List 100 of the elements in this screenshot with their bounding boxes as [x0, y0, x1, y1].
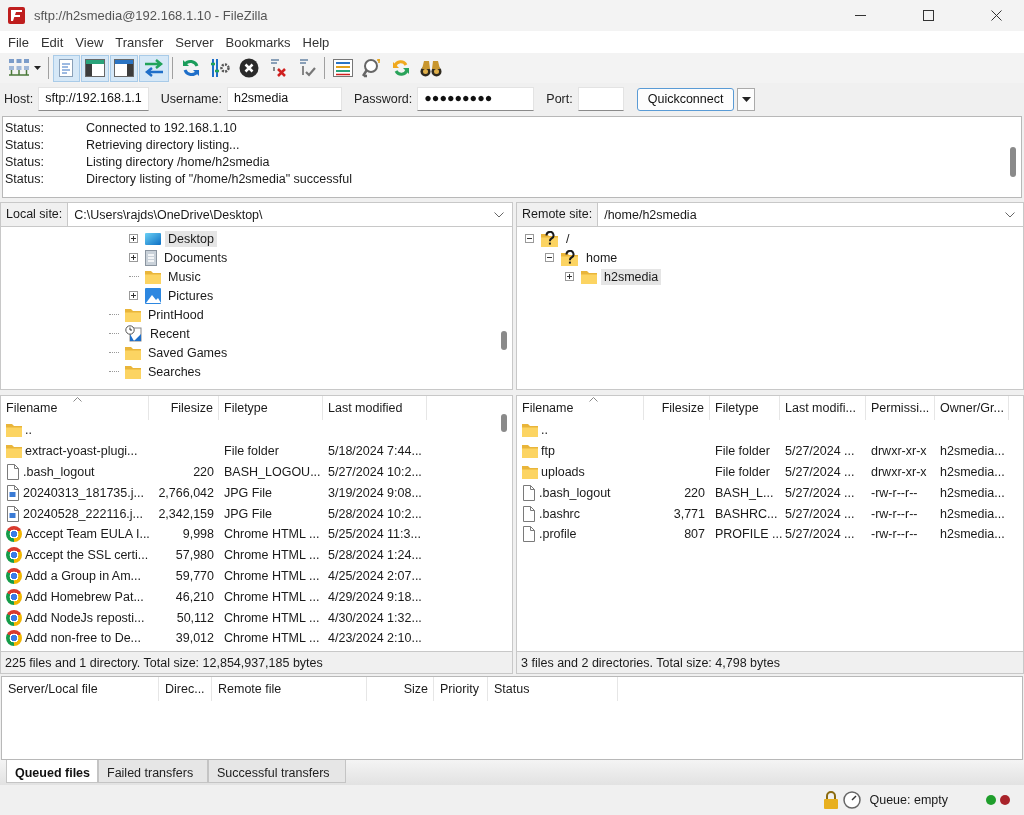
tree-item[interactable]: Documents	[161, 249, 231, 266]
menu-item[interactable]: Help	[296, 34, 336, 50]
password-field[interactable]: ●●●●●●●●●	[417, 87, 535, 111]
tree-item[interactable]: home	[583, 249, 621, 266]
tab[interactable]: Queued files	[6, 760, 98, 783]
file-size: 3,771	[672, 506, 706, 521]
window-layout-icon	[84, 59, 105, 77]
menu-item[interactable]: File	[2, 34, 35, 50]
file-type: Chrome HTML ...	[223, 631, 321, 646]
browser-icon	[6, 630, 22, 647]
file-type: File folder	[714, 444, 771, 459]
tab[interactable]: Successful transfers	[208, 760, 346, 783]
tree-item[interactable]: Recent	[147, 325, 193, 342]
toolbar-button[interactable]	[80, 54, 109, 82]
network-icon	[7, 58, 30, 78]
tree-item[interactable]: Pictures	[165, 287, 217, 304]
file-size: 39,012	[174, 631, 215, 646]
tree-item[interactable]: Searches	[145, 363, 204, 380]
file-type: BASH_LOGOU...	[223, 465, 322, 479]
tab[interactable]: Failed transfers	[98, 760, 208, 783]
log-label: Status:	[5, 154, 45, 169]
column-header[interactable]: Last modifi...	[780, 396, 866, 420]
tree-expander[interactable]	[545, 252, 555, 263]
column-header[interactable]: Filesize	[644, 396, 710, 420]
tree-item[interactable]: h2smedia	[601, 268, 662, 285]
status-summary: 3 files and 2 directories. Total size: 4,798 bytes	[516, 652, 1024, 674]
permissions: -rw-r--r--	[870, 527, 919, 542]
modified-date: 5/27/2024 ...	[784, 444, 856, 459]
tree-expander[interactable]	[525, 233, 535, 244]
host-field[interactable]: sftp://192.168.1.1	[38, 87, 149, 111]
file-name: Add Homebrew Pat...	[25, 589, 144, 604]
gauge-icon	[843, 791, 862, 809]
app-logo-icon	[8, 7, 25, 24]
folder-icon	[6, 423, 22, 438]
scrollbar-thumb[interactable]	[1010, 147, 1016, 177]
tree-item[interactable]: Desktop	[165, 230, 217, 247]
modified-date: 5/28/2024 1:24...	[327, 548, 423, 563]
log-message: Directory listing of "/home/h2smedia" successful	[86, 171, 352, 186]
file-type: Chrome HTML ...	[223, 589, 321, 604]
column-header[interactable]: Size	[367, 677, 434, 701]
tree-expander[interactable]	[129, 233, 139, 244]
log-message: Retrieving directory listing...	[86, 137, 240, 152]
owner-group: h2smedia...	[935, 444, 1009, 459]
column-header[interactable]: Remote file	[212, 677, 367, 701]
file-size: 2,342,159	[157, 506, 215, 521]
maximize-icon	[922, 10, 934, 21]
document-lines-icon	[58, 58, 74, 78]
column-header[interactable]: Filetype	[219, 396, 323, 420]
list-lines-icon	[332, 59, 353, 77]
caret-icon	[33, 66, 41, 70]
file-name: Accept the SSL certi...	[25, 548, 149, 563]
menu-item[interactable]: View	[69, 34, 110, 50]
owner-group: h2smedia...	[935, 506, 1009, 521]
column-header[interactable]: Priority	[434, 677, 488, 701]
file-name: .profile	[539, 527, 577, 542]
file-size: 2,766,042	[157, 485, 215, 500]
file-size: 807	[683, 527, 706, 542]
column-header[interactable]: Owner/Gr...	[935, 396, 1009, 420]
owner-group: h2smedia...	[935, 527, 1009, 542]
modified-date: 5/27/2024 ...	[784, 527, 856, 542]
scrollbar-thumb[interactable]	[501, 331, 507, 350]
file-name: 20240313_181735.j...	[23, 485, 144, 500]
menu-item[interactable]: Bookmarks	[219, 34, 297, 50]
tree-item[interactable]: PrintHood	[145, 306, 207, 323]
tree-expander[interactable]	[129, 252, 139, 263]
tree-item[interactable]: Music	[165, 268, 204, 285]
browser-icon	[6, 526, 22, 543]
column-header[interactable]: Last modified	[323, 396, 427, 420]
username-field[interactable]: h2smedia	[226, 87, 342, 111]
log-label: Status:	[5, 171, 45, 186]
column-header[interactable]: Filesize	[149, 396, 219, 420]
permissions: drwxr-xr-x	[870, 444, 928, 459]
column-header[interactable]: Filetype	[710, 396, 780, 420]
file-name: extract-yoast-plugi...	[25, 444, 138, 459]
toolbar-button[interactable]	[109, 54, 138, 82]
column-header[interactable]: Status	[488, 677, 618, 701]
column-header[interactable]: Direc...	[159, 677, 212, 701]
menu-item[interactable]: Server	[169, 34, 220, 50]
tree-expander[interactable]	[129, 290, 139, 301]
column-header[interactable]: Permissi...	[866, 396, 935, 420]
tree-expander[interactable]	[565, 271, 575, 282]
port-field[interactable]	[577, 87, 624, 111]
tree-item[interactable]: /	[563, 230, 573, 247]
file-size: 220	[683, 485, 706, 500]
window-title: sftp://h2smedia@192.168.1.10 - FileZilla	[34, 8, 268, 23]
column-header[interactable]: Server/Local file	[2, 677, 159, 701]
cancel-icon	[238, 58, 259, 78]
tree-item[interactable]: Saved Games	[145, 344, 231, 361]
file-type: BASHRC...	[714, 506, 779, 521]
modified-date: 3/19/2024 9:08...	[327, 485, 423, 500]
column-header[interactable]: Filename	[517, 396, 644, 420]
scrollbar-thumb[interactable]	[501, 414, 507, 432]
sync-icon	[390, 58, 411, 78]
quickconnect-button[interactable]: Quickconnect	[636, 87, 735, 111]
modified-date: 5/25/2024 11:3...	[327, 527, 422, 542]
menu-item[interactable]: Edit	[34, 34, 70, 50]
file-type: Chrome HTML ...	[223, 548, 321, 563]
menu-item[interactable]: Transfer	[109, 34, 170, 50]
column-header[interactable]: Filename	[1, 396, 149, 420]
dropdown-button[interactable]	[737, 87, 756, 111]
